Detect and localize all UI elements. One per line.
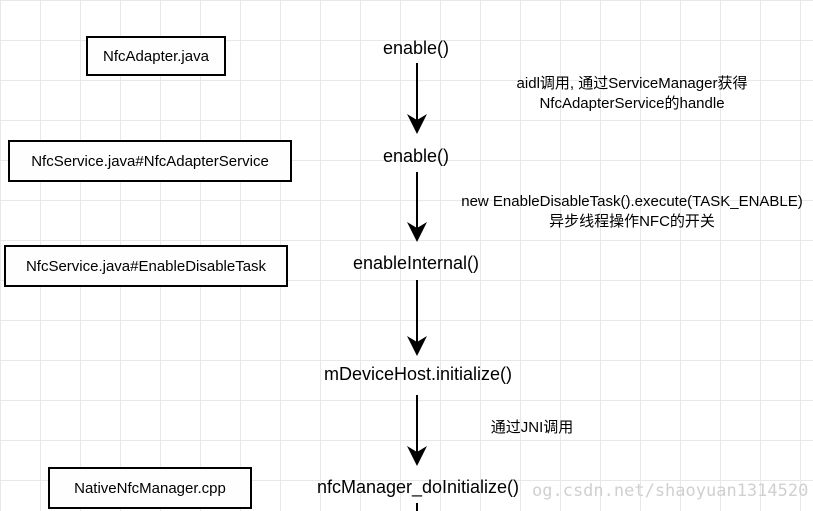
annotation-aidl: aidl调用, 通过ServiceManager获得 NfcAdapterSer… xyxy=(517,74,748,115)
box-nfc-adapter-service: NfcService.java#NfcAdapterService xyxy=(8,140,292,182)
box-label: NfcAdapter.java xyxy=(103,48,209,65)
annotation-line: aidl调用, 通过ServiceManager获得 xyxy=(517,74,748,94)
flow-nfc-manager-do-init: nfcManager_doInitialize() xyxy=(317,477,519,498)
annotation-line: NfcAdapterService的handle xyxy=(517,94,748,114)
box-enable-disable-task: NfcService.java#EnableDisableTask xyxy=(4,245,288,287)
flow-enable-1b: enable() xyxy=(383,38,449,59)
annotation-jni: 通过JNI调用 xyxy=(491,418,574,438)
box-native-nfc-manager: NativeNfcManager.cpp xyxy=(48,467,252,509)
box-label: NfcService.java#EnableDisableTask xyxy=(26,258,266,275)
annotation-task: new EnableDisableTask().execute(TASK_ENA… xyxy=(461,192,803,233)
annotation-line: new EnableDisableTask().execute(TASK_ENA… xyxy=(461,192,803,212)
flow-enable-2: enable() xyxy=(383,146,449,167)
flow-device-host-init: mDeviceHost.initialize() xyxy=(324,364,512,385)
annotation-line: 异步线程操作NFC的开关 xyxy=(461,212,803,232)
box-nfc-adapter: NfcAdapter.java xyxy=(86,36,226,76)
flow-enable-internal: enableInternal() xyxy=(353,253,479,274)
box-label: NfcService.java#NfcAdapterService xyxy=(31,153,269,170)
box-label: NativeNfcManager.cpp xyxy=(74,480,226,497)
